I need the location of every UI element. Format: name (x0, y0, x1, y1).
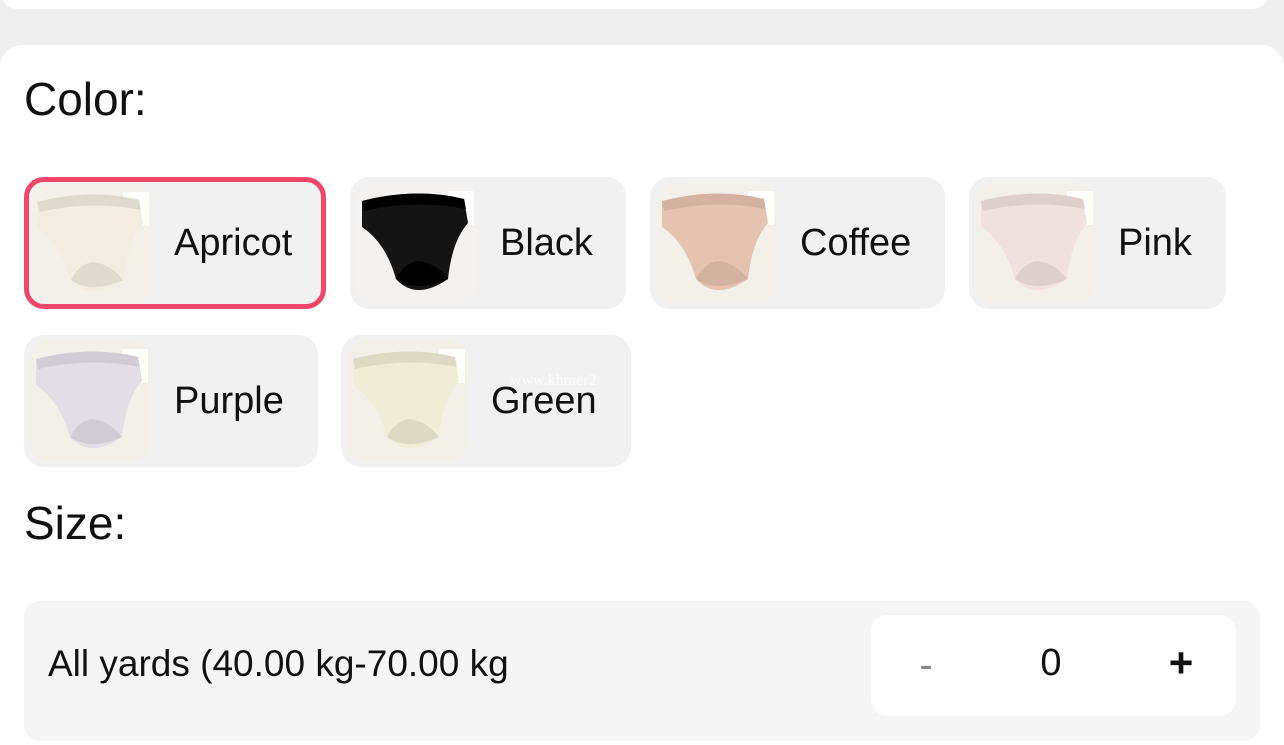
color-option-label: Green (491, 380, 597, 422)
color-section-label: Color: (24, 73, 147, 125)
green-product-thumbnail-icon (347, 341, 467, 461)
pink-product-thumbnail-icon (975, 183, 1095, 303)
color-option-purple[interactable]: Purple (24, 335, 318, 467)
decrease-quantity-button[interactable]: - (911, 639, 941, 691)
quantity-value[interactable]: 0 (1021, 637, 1081, 689)
color-option-pink[interactable]: Pink (969, 177, 1226, 309)
color-option-label: Pink (1118, 222, 1192, 264)
color-option-black[interactable]: Black (350, 177, 626, 309)
coffee-product-thumbnail-icon (656, 183, 776, 303)
color-option-label: Apricot (174, 222, 293, 264)
color-option-coffee[interactable]: Coffee (650, 177, 945, 309)
watermark-text: www.khmer2 (510, 372, 597, 389)
color-option-green[interactable]: Green (341, 335, 631, 467)
black-product-thumbnail-icon (356, 183, 476, 303)
purple-product-thumbnail-icon (30, 341, 150, 461)
color-option-label: Purple (174, 380, 284, 422)
color-option-label: Coffee (800, 222, 912, 264)
previous-card (0, 0, 1270, 9)
color-option-label: Black (500, 222, 593, 264)
apricot-product-thumbnail-icon (31, 184, 151, 304)
size-option-label: All yards (40.00 kg-70.00 kg (48, 643, 509, 684)
size-section-label: Size: (24, 497, 127, 549)
quantity-stepper: - 0 + (871, 615, 1236, 716)
increase-quantity-button[interactable]: + (1161, 637, 1201, 689)
color-option-apricot[interactable]: Apricot (24, 177, 326, 309)
size-option-row: All yards (40.00 kg-70.00 kg - 0 + (24, 601, 1260, 741)
